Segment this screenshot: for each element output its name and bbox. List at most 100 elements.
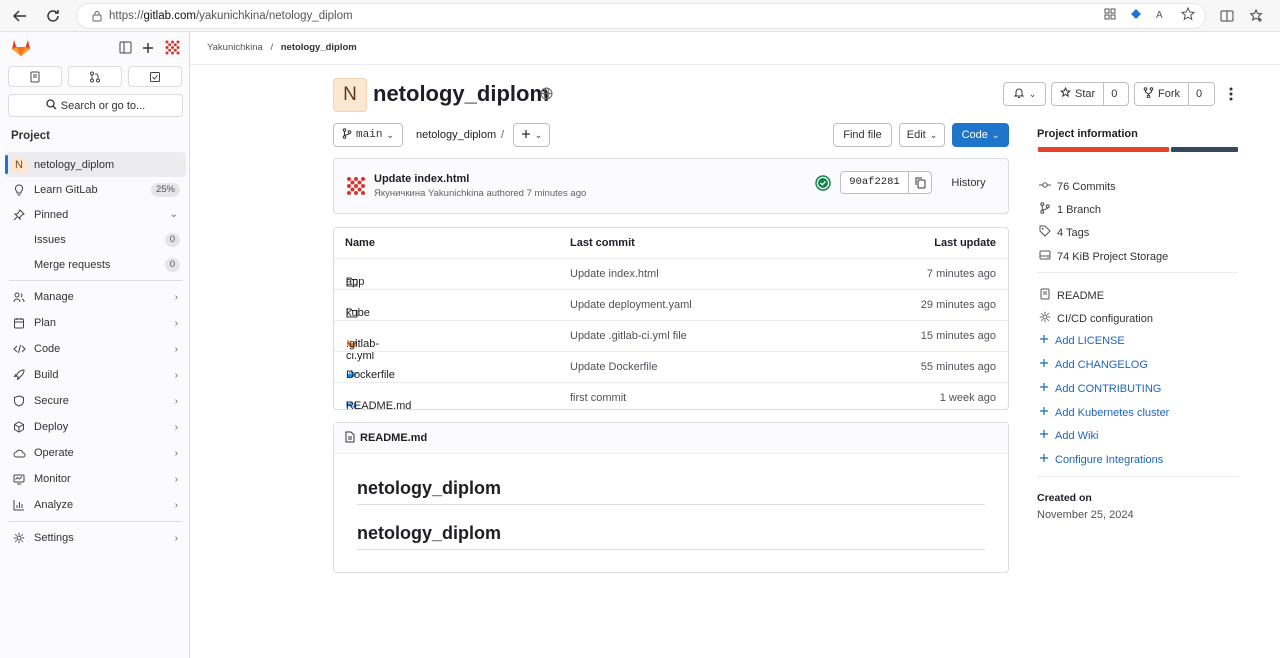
commit-sha[interactable]: 90af2281 — [841, 172, 909, 193]
notifications-button[interactable]: ⌄ — [1003, 82, 1046, 106]
sidebar-item-label: Merge requests — [34, 258, 111, 271]
divider — [357, 549, 985, 550]
collapse-sidebar-icon[interactable] — [119, 41, 132, 57]
sidebar-item-code[interactable]: Code › — [5, 336, 186, 362]
file-name[interactable]: kube — [346, 307, 370, 319]
sidebar-item-merge-requests[interactable]: Merge requests 0 — [5, 252, 186, 277]
add-changelog-link[interactable]: Add CHANGELOG — [1039, 358, 1148, 371]
gitlab-logo-icon[interactable] — [11, 38, 31, 60]
language-bar[interactable] — [1038, 147, 1238, 152]
sidebar-item-issues[interactable]: Issues 0 — [5, 227, 186, 252]
commit-author-line: Якуничкина Yakunichkina authored 7 minut… — [374, 188, 587, 199]
commit-icon — [1039, 179, 1051, 194]
add-wiki-link[interactable]: Add Wiki — [1039, 429, 1098, 442]
bulb-icon — [11, 183, 27, 196]
todos-tab-icon[interactable] — [128, 66, 182, 87]
file-commit[interactable]: Update index.html — [570, 268, 659, 280]
edit-button[interactable]: Edit ⌄ — [899, 123, 945, 147]
star-count[interactable]: 0 — [1104, 88, 1124, 100]
apps-icon[interactable] — [1103, 7, 1117, 24]
search-button[interactable]: Search or go to... — [8, 94, 183, 117]
sidebar-item-deploy[interactable]: Deploy › — [5, 414, 186, 440]
sidebar-item-analyze[interactable]: Analyze › — [5, 492, 186, 518]
file-commit[interactable]: first commit — [570, 392, 626, 404]
more-actions-icon[interactable] — [1225, 85, 1237, 106]
pipeline-status-icon[interactable] — [815, 175, 831, 194]
breadcrumb-project[interactable]: netology_diplom — [281, 42, 357, 53]
configure-integrations-link[interactable]: Configure Integrations — [1039, 453, 1163, 466]
add-contributing-link[interactable]: Add CONTRIBUTING — [1039, 382, 1161, 395]
chevron-down-icon: ⌄ — [386, 129, 394, 140]
add-license-link[interactable]: Add LICENSE — [1039, 334, 1125, 347]
branch-selector[interactable]: main ⌄ — [333, 123, 403, 147]
readme-link[interactable]: README — [1039, 288, 1104, 303]
sidebar-item-settings[interactable]: Settings › — [5, 525, 186, 551]
back-icon[interactable] — [8, 4, 32, 28]
chevron-right-icon: › — [174, 291, 178, 303]
sidebar-item-pinned[interactable]: Pinned ⌄ — [5, 202, 186, 227]
star-button[interactable]: Star 0 — [1051, 82, 1129, 106]
site-info-icon[interactable] — [85, 10, 109, 22]
copy-icon[interactable] — [909, 177, 931, 189]
history-button[interactable]: History — [937, 171, 1000, 195]
fork-count[interactable]: 0 — [1189, 88, 1209, 100]
chevron-right-icon: › — [174, 532, 178, 544]
sidebar-item-build[interactable]: Build › — [5, 362, 186, 388]
sidebar-item-project[interactable]: N netology_diplom — [5, 152, 186, 177]
table-row[interactable]: Dockerfile Update Dockerfile 55 minutes … — [334, 351, 1008, 382]
language-segment-1 — [1170, 147, 1238, 152]
repo-path[interactable]: netology_diplom — [416, 129, 496, 141]
reload-icon[interactable] — [41, 4, 65, 28]
split-screen-icon[interactable] — [1220, 9, 1234, 26]
cicd-link[interactable]: CI/CD configuration — [1039, 311, 1153, 326]
file-commit[interactable]: Update .gitlab-ci.yml file — [570, 330, 687, 342]
sidebar-item-secure[interactable]: Secure › — [5, 388, 186, 414]
fork-button[interactable]: Fork 0 — [1134, 82, 1215, 106]
history-label: History — [951, 177, 986, 189]
merge-requests-tab-icon[interactable] — [68, 66, 122, 87]
file-name[interactable]: app — [346, 276, 364, 288]
sidebar-item-label: Deploy — [34, 421, 69, 433]
extension-icon[interactable] — [1129, 7, 1143, 24]
favorites-icon[interactable] — [1249, 8, 1264, 26]
sidebar-item-monitor[interactable]: Monitor › — [5, 466, 186, 492]
sidebar-item-manage[interactable]: Manage › — [5, 284, 186, 310]
file-name[interactable]: README.md — [346, 400, 411, 412]
add-file-button[interactable]: ⌄ — [513, 123, 550, 147]
user-avatar[interactable] — [164, 39, 181, 59]
code-button[interactable]: Code ⌄ — [952, 123, 1009, 147]
readme-filename[interactable]: README.md — [360, 432, 427, 444]
commit-title[interactable]: Update index.html — [374, 173, 469, 185]
breadcrumb-user[interactable]: Yakunichkina — [207, 42, 263, 53]
chevron-right-icon: › — [174, 395, 178, 407]
author-avatar[interactable] — [345, 175, 367, 200]
plus-icon[interactable] — [142, 42, 154, 57]
chevron-right-icon: › — [174, 447, 178, 459]
address-bar[interactable]: https://gitlab.com/yakunichkina/netology… — [76, 3, 1206, 29]
favorite-icon[interactable] — [1180, 6, 1196, 24]
storage-link[interactable]: 74 KiB Project Storage — [1039, 249, 1168, 264]
file-updated: 7 minutes ago — [926, 268, 996, 280]
file-commit[interactable]: Update Dockerfile — [570, 361, 657, 373]
commits-link[interactable]: 76 Commits — [1039, 179, 1116, 194]
file-commit[interactable]: Update deployment.yaml — [570, 299, 692, 311]
read-aloud-icon[interactable]: A — [1155, 7, 1169, 24]
file-name[interactable]: Dockerfile — [346, 369, 395, 381]
table-header: Name Last commit Last update — [334, 228, 1008, 257]
find-file-button[interactable]: Find file — [833, 123, 892, 147]
chevron-right-icon: › — [174, 369, 178, 381]
table-row[interactable]: kube Update deployment.yaml 29 minutes a… — [334, 289, 1008, 320]
table-row[interactable]: app Update index.html 7 minutes ago — [334, 258, 1008, 289]
add-kubernetes-link[interactable]: Add Kubernetes cluster — [1039, 406, 1169, 419]
sidebar-item-plan[interactable]: Plan › — [5, 310, 186, 336]
sidebar-item-operate[interactable]: Operate › — [5, 440, 186, 466]
table-row[interactable]: .gitlab-ci.yml Update .gitlab-ci.yml fil… — [334, 320, 1008, 362]
issues-tab-icon[interactable] — [8, 66, 62, 87]
sidebar-item-learn-gitlab[interactable]: Learn GitLab 25% — [5, 177, 186, 202]
globe-icon — [540, 87, 553, 103]
branches-link[interactable]: 1 Branch — [1039, 202, 1101, 217]
doc-label: CI/CD configuration — [1057, 312, 1153, 325]
tags-link[interactable]: 4 Tags — [1039, 225, 1089, 240]
table-row[interactable]: README.md first commit 1 week ago — [334, 382, 1008, 413]
bell-icon — [1013, 87, 1025, 102]
